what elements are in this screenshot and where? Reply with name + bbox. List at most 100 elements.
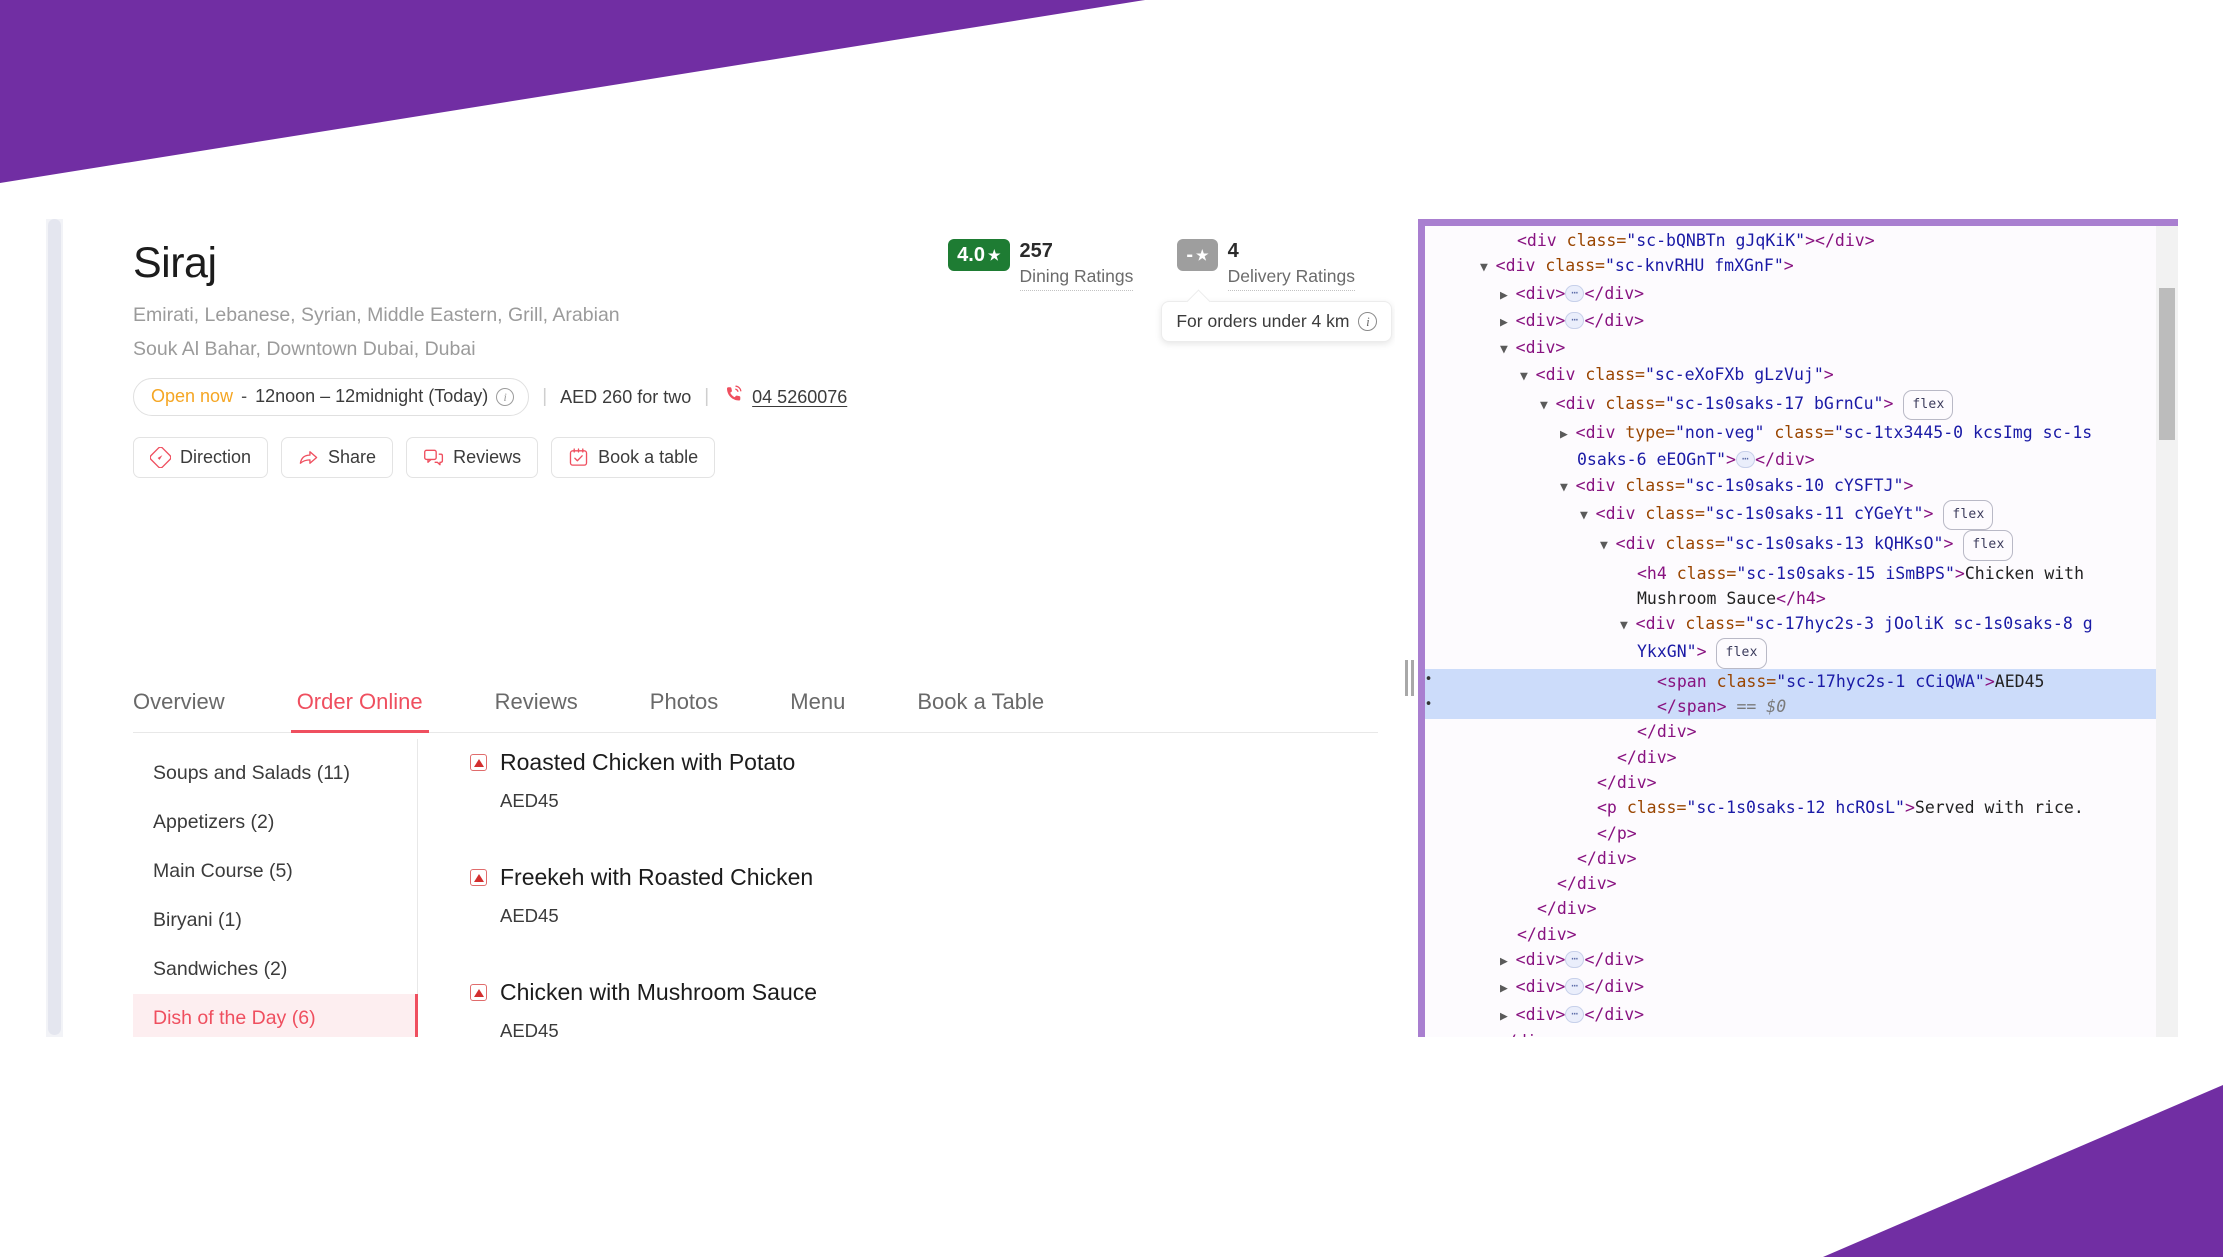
flex-badge[interactable]: flex [1963, 530, 2014, 561]
expand-ellipsis-icon[interactable]: ⋯ [1565, 311, 1585, 329]
devtools-code-line[interactable]: </span> == $0 [1425, 692, 2156, 720]
category-dish-of-the-day[interactable]: Dish of the Day (6) [133, 994, 418, 1037]
flex-badge[interactable]: flex [1903, 389, 1954, 421]
devtools-code-line[interactable]: 0saks-6 eEOGnT"> ⋯ </div> [1425, 447, 2156, 472]
dish-item[interactable]: Freekeh with Roasted Chicken AED45 [470, 864, 817, 927]
chevron-down-icon[interactable]: ▼ [1580, 508, 1596, 523]
devtools-code-line[interactable]: <p class="sc-1s0saks-12 hcROsL">Served w… [1425, 795, 2156, 820]
delivery-rating-group[interactable]: - ★ 4 Delivery Ratings For orders under … [1161, 239, 1393, 342]
chevron-down-icon[interactable]: ▼ [1620, 618, 1636, 633]
expand-ellipsis-icon[interactable]: ⋯ [1735, 451, 1756, 469]
reviews-button[interactable]: Reviews [406, 437, 539, 479]
dining-rating-label: Dining Ratings [1019, 266, 1134, 291]
devtools-code-line[interactable]: Mushroom Sauce</h4> [1425, 586, 2156, 611]
chevron-down-icon[interactable]: ▼ [1520, 369, 1536, 384]
devtools-code-token: > [1954, 563, 1965, 583]
chevron-right-icon[interactable]: ▶ [1500, 1009, 1516, 1024]
tab-menu[interactable]: Menu [790, 679, 845, 732]
phone-block[interactable]: 04 5260076 [722, 385, 847, 410]
devtools-code-line[interactable]: ▼ <div class="sc-1s0saks-17 bGrnCu"> fle… [1425, 389, 2156, 421]
decorative-corner-top-left [0, 0, 1145, 183]
devtools-code-line[interactable]: <div class="sc-bQNBTn gJqKiK"></div> [1425, 228, 2156, 253]
category-biryani[interactable]: Biryani (1) [133, 896, 417, 945]
devtools-dom-tree[interactable]: <div class="sc-bQNBTn gJqKiK"></div> ▼ <d… [1425, 226, 2156, 1037]
devtools-code-line[interactable]: ▶ <div> ⋯ </div> [1425, 1002, 2156, 1029]
chevron-right-icon[interactable]: ▶ [1500, 954, 1516, 969]
tab-reviews[interactable]: Reviews [495, 679, 578, 732]
devtools-code-line[interactable]: </div> [1425, 770, 2156, 795]
chevron-down-icon[interactable]: ▼ [1600, 538, 1616, 553]
delivery-rating-chip[interactable]: - ★ [1177, 239, 1218, 271]
devtools-code-line[interactable]: <h4 class="sc-1s0saks-15 iSmBPS">Chicken… [1425, 561, 2156, 586]
chevron-right-icon[interactable]: ▶ [1500, 981, 1516, 996]
direction-button[interactable]: Direction [133, 437, 269, 479]
devtools-code-line[interactable]: ▼ <div> [1425, 335, 2156, 362]
category-appetizers[interactable]: Appetizers (2) [133, 798, 417, 847]
flex-badge[interactable]: flex [1716, 638, 1767, 669]
devtools-code-line[interactable]: ▼ <div class="sc-17hyc2s-3 jOoliK sc-1s0… [1425, 611, 2156, 638]
chevron-right-icon[interactable]: ▶ [1560, 427, 1576, 442]
expand-ellipsis-icon[interactable]: ⋯ [1565, 284, 1585, 302]
tab-book-a-table[interactable]: Book a Table [917, 679, 1044, 732]
tab-photos[interactable]: Photos [650, 679, 719, 732]
devtools-code-line[interactable]: ▼ <div class="sc-eXoFXb gLzVuj"> [1425, 362, 2156, 389]
devtools-code-line[interactable]: ▼ <div class="sc-1s0saks-13 kQHKsO"> fle… [1425, 530, 2156, 561]
devtools-code-line[interactable]: YkxGN"> flex [1425, 638, 2156, 669]
expand-ellipsis-icon[interactable]: ⋯ [1565, 978, 1585, 996]
devtools-code-token: > [1943, 534, 1964, 554]
dish-item[interactable]: Roasted Chicken with Potato AED45 [470, 749, 817, 812]
devtools-code-token: Chicken with [1964, 563, 2085, 583]
tab-overview[interactable]: Overview [133, 679, 225, 732]
tooltip-info-icon[interactable]: i [1358, 312, 1378, 331]
flex-badge[interactable]: flex [1943, 499, 1994, 531]
devtools-code-line[interactable]: ▼ <div class="sc-1s0saks-10 cYSFTJ"> [1425, 473, 2156, 500]
devtools-code-line[interactable]: ▶ <div type="non-veg" class="sc-1tx3445-… [1425, 420, 2156, 447]
devtools-scrollbar[interactable] [2156, 226, 2178, 1037]
devtools-code-line[interactable]: </div> [1425, 922, 2156, 947]
phone-number[interactable]: 04 5260076 [752, 387, 847, 408]
info-icon[interactable]: i [496, 387, 515, 406]
chevron-down-icon[interactable]: ▼ [1500, 342, 1516, 357]
devtools-code-line[interactable]: ▼ <div class="sc-1s0saks-11 cYGeYt"> fle… [1425, 499, 2156, 531]
devtools-code-token: > [1903, 475, 1914, 495]
devtools-code-line[interactable]: ▼ <div class="sc-knvRHU fmXGnF"> [1425, 253, 2156, 280]
devtools-code-line[interactable]: ▶ <div> ⋯ </div> [1425, 281, 2156, 308]
devtools-code-line[interactable]: </div> [1425, 896, 2156, 921]
dining-rating-group[interactable]: 4.0 ★ 257 Dining Ratings [948, 239, 1134, 291]
devtools-code-line[interactable]: ▶ <div> ⋯ </div> [1425, 974, 2156, 1001]
category-sandwiches[interactable]: Sandwiches (2) [133, 945, 417, 994]
category-main-course[interactable]: Main Course (5) [133, 847, 417, 896]
devtools-scrollbar-thumb[interactable] [2159, 288, 2175, 440]
devtools-code-line[interactable]: </p> [1425, 821, 2156, 846]
dish-item[interactable]: Chicken with Mushroom Sauce AED45 Served… [470, 979, 817, 1037]
devtools-code-line[interactable]: </div> [1425, 745, 2156, 770]
devtools-code-line[interactable]: ▶ <div> ⋯ </div> [1425, 308, 2156, 335]
devtools-code-token: </div> [1755, 450, 1815, 470]
devtools-code-line[interactable]: </div> [1425, 871, 2156, 896]
page-scrollbar[interactable] [46, 219, 63, 1037]
devtools-code-line[interactable]: </div> [1425, 846, 2156, 871]
dining-rating-chip[interactable]: 4.0 ★ [948, 239, 1010, 271]
expand-ellipsis-icon[interactable]: ⋯ [1565, 1005, 1585, 1023]
book-a-table-button[interactable]: Book a table [551, 437, 716, 479]
devtools-code-line[interactable]: <span class="sc-17hyc2s-1 cCiQWA">AED45 [1425, 667, 2156, 695]
devtools-code-line[interactable]: </div> [1425, 1029, 2156, 1037]
star-icon: ★ [1196, 247, 1209, 263]
devtools-code-token: </div> [1584, 950, 1645, 970]
devtools-resize-handle[interactable] [1404, 658, 1414, 698]
devtools-code-token: > [1883, 393, 1904, 413]
page-scrollbar-thumb[interactable] [48, 219, 61, 1035]
expand-ellipsis-icon[interactable]: ⋯ [1565, 951, 1585, 969]
chevron-right-icon[interactable]: ▶ [1500, 315, 1516, 330]
chevron-down-icon[interactable]: ▼ [1560, 480, 1576, 495]
devtools-code-token: "sc-knvRHU fmXGnF" [1604, 256, 1784, 276]
tab-order-online[interactable]: Order Online [290, 679, 429, 733]
category-soups-and-salads[interactable]: Soups and Salads (11) [133, 749, 417, 798]
timing-pill[interactable]: Open now - 12noon – 12midnight (Today) i [133, 378, 530, 417]
share-button[interactable]: Share [281, 437, 394, 479]
chevron-down-icon[interactable]: ▼ [1480, 260, 1496, 275]
devtools-code-line[interactable]: ▶ <div> ⋯ </div> [1425, 947, 2156, 974]
chevron-down-icon[interactable]: ▼ [1540, 398, 1556, 413]
chevron-right-icon[interactable]: ▶ [1500, 288, 1516, 303]
devtools-code-line[interactable]: </div> [1425, 719, 2156, 744]
